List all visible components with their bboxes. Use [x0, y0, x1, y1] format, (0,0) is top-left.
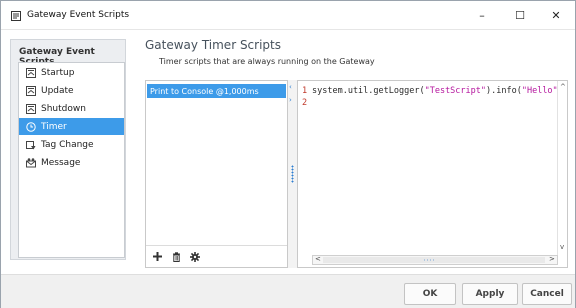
expand-right-icon[interactable]: › — [289, 96, 292, 104]
gear-icon[interactable] — [190, 251, 200, 262]
minimize-button[interactable]: – — [463, 1, 501, 30]
window-title: Gateway Event Scripts — [27, 10, 130, 20]
add-icon[interactable] — [152, 252, 162, 262]
script-window-icon — [11, 11, 21, 21]
sidebar-item-label: Timer — [41, 121, 67, 132]
list-toolbar — [146, 245, 287, 267]
sidebar-item-label: Update — [41, 85, 74, 96]
sidebar-item-label: Tag Change — [41, 139, 94, 150]
script-type-list: Startup Update Shutdown Timer Tag Change… — [18, 62, 125, 258]
code-token: system.util.getLogger( — [312, 86, 425, 96]
scroll-left-icon[interactable]: < — [315, 255, 321, 263]
sidebar-item-shutdown[interactable]: Shutdown — [19, 100, 124, 117]
close-button[interactable]: ✕ — [537, 1, 575, 30]
scroll-grip-icon — [423, 259, 435, 261]
sidebar-item-label: Message — [41, 157, 81, 168]
trash-icon[interactable] — [171, 251, 181, 262]
gateway-event-scripts-window: Gateway Event Scripts – ☐ ✕ Gateway Even… — [0, 0, 576, 308]
code-line[interactable]: system.util.getLogger("TestScript").info… — [312, 86, 563, 96]
scroll-down-icon[interactable]: v — [560, 243, 564, 251]
sidebar-item-startup[interactable]: Startup — [19, 64, 124, 81]
horizontal-scrollbar[interactable]: < > — [312, 255, 558, 265]
line-number: 1 — [302, 86, 308, 96]
cancel-button[interactable]: Cancel — [522, 283, 572, 305]
code-string-token: "Hello" — [521, 86, 558, 96]
timer-script-list: Print to Console @1,000ms — [145, 80, 288, 268]
splitter-grip-icon[interactable] — [291, 165, 294, 183]
line-number-gutter: 1 2 — [298, 81, 310, 255]
scroll-up-icon[interactable]: ^ — [560, 83, 566, 91]
vertical-scrollbar[interactable]: ^ v — [557, 81, 567, 255]
page-subtitle: Timer scripts that are always running on… — [159, 57, 375, 66]
title-bar[interactable]: Gateway Event Scripts – ☐ ✕ — [1, 1, 575, 30]
sidebar: Gateway Event Scripts Startup Update Shu… — [10, 39, 126, 260]
sidebar-item-label: Startup — [41, 67, 75, 78]
script-editor[interactable]: 1 2 system.util.getLogger("TestScript").… — [297, 80, 568, 268]
sidebar-item-label: Shutdown — [41, 103, 86, 114]
page-title: Gateway Timer Scripts — [145, 38, 281, 52]
dialog-button-bar: OK Apply Cancel — [1, 274, 575, 308]
list-item[interactable]: Print to Console @1,000ms — [147, 84, 286, 98]
script-page-icon — [26, 85, 36, 96]
script-page-icon — [26, 103, 36, 114]
scroll-right-icon[interactable]: > — [549, 255, 555, 263]
ok-button[interactable]: OK — [404, 283, 456, 305]
code-token: ).info( — [486, 86, 522, 96]
script-page-icon — [26, 67, 36, 78]
code-string-token: "TestScript" — [424, 86, 487, 96]
collapse-left-icon[interactable]: ‹ — [289, 83, 292, 91]
maximize-button[interactable]: ☐ — [501, 1, 539, 30]
sidebar-item-message[interactable]: Message — [19, 154, 124, 171]
pane-splitter[interactable]: ‹ › — [288, 80, 297, 268]
message-icon — [26, 157, 36, 168]
sidebar-item-tag-change[interactable]: Tag Change — [19, 136, 124, 153]
line-number: 2 — [302, 98, 308, 108]
sidebar-item-timer[interactable]: Timer — [19, 118, 124, 135]
apply-button[interactable]: Apply — [462, 283, 518, 305]
clock-icon — [26, 121, 36, 132]
sidebar-item-update[interactable]: Update — [19, 82, 124, 99]
tag-change-icon — [26, 140, 36, 150]
